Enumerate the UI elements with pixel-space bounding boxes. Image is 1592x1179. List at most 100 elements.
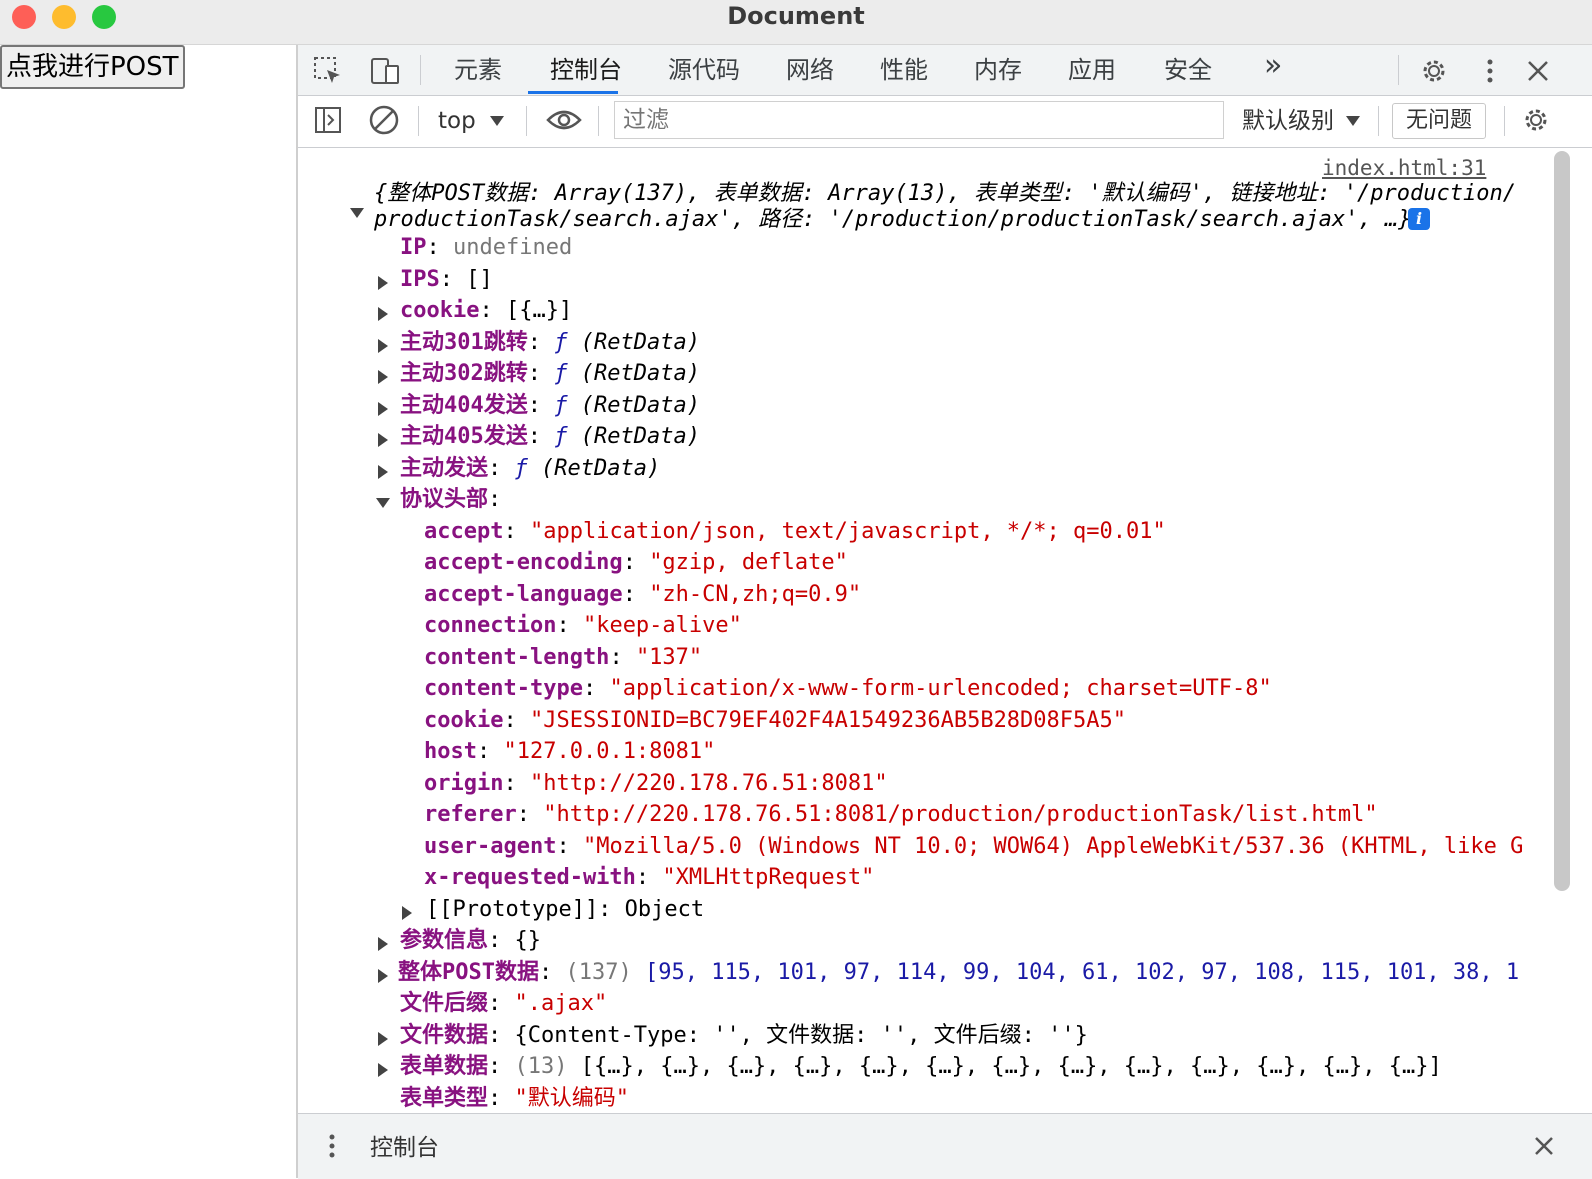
header-row: origin: "http://220.178.76.51:8081"	[424, 771, 888, 796]
toolbar-separator	[526, 106, 527, 136]
header-value: "application/json, text/javascript, */*;…	[529, 519, 1166, 544]
tab-performance[interactable]: 性能	[880, 55, 928, 85]
settings-gear-icon[interactable]	[1418, 55, 1450, 87]
tab-network[interactable]: 网络	[786, 55, 834, 85]
console-toolbar: top 默认级别 无问题	[298, 96, 1592, 148]
header-row: content-length: "137"	[424, 645, 703, 670]
expand-icon[interactable]	[378, 402, 388, 416]
issues-button[interactable]: 无问题	[1392, 103, 1486, 139]
sidebar-toggle-icon[interactable]	[312, 104, 344, 136]
header-row: content-type: "application/x-www-form-ur…	[424, 676, 1272, 701]
header-row: accept-language: "zh-CN,zh;q=0.9"	[424, 582, 862, 607]
expand-icon[interactable]	[378, 969, 388, 983]
expand-icon[interactable]	[378, 307, 388, 321]
header-key: accept-encoding	[424, 550, 623, 575]
prop-post-data: 整体POST数据: (137) [95, 115, 101, 97, 114, …	[398, 960, 1520, 985]
header-key: referer	[424, 802, 517, 827]
function-args: (RetData)	[580, 361, 700, 386]
device-toolbar-icon[interactable]	[368, 55, 400, 87]
header-row: user-agent: "Mozilla/5.0 (Windows NT 10.…	[424, 834, 1524, 859]
close-drawer-icon[interactable]	[1528, 1130, 1560, 1162]
clear-console-icon[interactable]	[368, 104, 400, 136]
object-summary-line[interactable]: productionTask/search.ajax', 路径: '/produ…	[374, 206, 1411, 234]
log-levels-dropdown[interactable]: 默认级别	[1242, 106, 1334, 136]
header-key: content-length	[424, 645, 610, 670]
function-args: (RetData)	[580, 330, 700, 355]
levels-dropdown-icon[interactable]	[1346, 116, 1360, 126]
header-value: "JSESSIONID=BC79EF402F4A1549236AB5B28D08…	[529, 708, 1127, 733]
prop-key: 表单数据	[400, 1054, 489, 1079]
expand-icon[interactable]	[378, 465, 388, 479]
context-selector[interactable]: top	[438, 106, 476, 136]
expand-icon[interactable]	[378, 339, 388, 353]
header-row: host: "127.0.0.1:8081"	[424, 739, 716, 764]
array-count: (13)	[514, 1054, 568, 1079]
header-key: host	[424, 739, 477, 764]
expand-icon[interactable]	[378, 937, 388, 951]
header-row: accept-encoding: "gzip, deflate"	[424, 550, 848, 575]
toolbar-separator	[1378, 106, 1379, 136]
object-summary-line[interactable]: {整体POST数据: Array(137), 表单数据: Array(13), …	[374, 180, 1516, 208]
expand-icon[interactable]	[378, 276, 388, 290]
tab-sources[interactable]: 源代码	[668, 55, 740, 85]
devtools-panel: 元素 控制台 源代码 网络 性能 内存 应用 安全 » top 过滤 默认级别 …	[296, 45, 1592, 1179]
collapse-object-icon[interactable]	[350, 208, 364, 218]
tab-separator	[1398, 55, 1399, 85]
expand-icon[interactable]	[378, 370, 388, 384]
header-value: "http://220.178.76.51:8081"	[529, 771, 888, 796]
filter-input[interactable]	[614, 101, 1224, 139]
prop-key: 主动404发送	[400, 393, 528, 418]
header-row: connection: "keep-alive"	[424, 613, 742, 638]
collapse-icon[interactable]	[376, 498, 390, 508]
prop-404: 主动404发送: ƒ (RetData)	[400, 393, 700, 418]
prop-key: 文件后缀	[400, 991, 489, 1016]
header-value: "gzip, deflate"	[649, 550, 848, 575]
prototype-row[interactable]: [[Prototype]]: Object	[426, 896, 704, 924]
more-options-icon[interactable]	[1474, 55, 1506, 87]
tab-memory[interactable]: 内存	[974, 55, 1022, 85]
prop-key: 协议头部	[400, 487, 489, 512]
header-key: accept	[424, 519, 504, 544]
expand-icon[interactable]	[402, 906, 412, 920]
console-settings-gear-icon[interactable]	[1520, 104, 1552, 136]
prop-key: 整体POST数据	[398, 960, 539, 985]
tab-application[interactable]: 应用	[1068, 55, 1116, 85]
tab-security[interactable]: 安全	[1164, 55, 1212, 85]
header-value: "keep-alive"	[582, 613, 742, 638]
devtools-tabbar: 元素 控制台 源代码 网络 性能 内存 应用 安全 »	[298, 45, 1592, 96]
expand-icon[interactable]	[378, 1063, 388, 1077]
prop-form-data: 表单数据: (13) [{…}, {…}, {…}, {…}, {…}, {…}…	[400, 1054, 1442, 1079]
console-scrollbar[interactable]	[1554, 151, 1570, 891]
prop-405: 主动405发送: ƒ (RetData)	[400, 424, 700, 449]
prop-key: 主动301跳转	[400, 330, 528, 355]
context-dropdown-icon[interactable]	[490, 116, 504, 126]
post-button[interactable]: 点我进行POST	[0, 45, 185, 89]
prop-ext: 文件后缀: ".ajax"	[400, 991, 608, 1016]
prop-value: {}	[514, 928, 542, 953]
function-symbol: ƒ	[554, 361, 568, 386]
more-tabs-icon[interactable]: »	[1264, 51, 1282, 81]
header-key: x-requested-with	[424, 865, 636, 890]
live-expression-eye-icon[interactable]	[546, 104, 582, 136]
expand-icon[interactable]	[378, 1032, 388, 1046]
tab-console[interactable]: 控制台	[550, 55, 622, 85]
inspect-element-icon[interactable]	[312, 55, 344, 87]
prop-ips: IPS: []	[400, 267, 493, 292]
tab-elements[interactable]: 元素	[454, 55, 502, 85]
header-value: "zh-CN,zh;q=0.9"	[649, 582, 862, 607]
prop-value: ".ajax"	[514, 991, 608, 1016]
expand-icon[interactable]	[378, 433, 388, 447]
toolbar-separator	[1504, 106, 1505, 136]
header-key: user-agent	[424, 834, 557, 859]
drawer-menu-icon[interactable]	[316, 1130, 348, 1162]
header-value: "137"	[635, 645, 703, 670]
header-key: accept-language	[424, 582, 623, 607]
prop-302: 主动302跳转: ƒ (RetData)	[400, 361, 700, 386]
close-devtools-icon[interactable]	[1522, 55, 1554, 87]
drawer-title[interactable]: 控制台	[370, 1128, 439, 1162]
prop-value: {Content-Type: '', 文件数据: '', 文件后缀: ''}	[514, 1023, 1088, 1048]
prop-key: 文件数据	[400, 1023, 489, 1048]
prop-ip: IP: undefined	[400, 235, 573, 260]
source-link[interactable]: index.html:31	[1322, 156, 1486, 180]
info-icon: i	[1408, 208, 1430, 230]
